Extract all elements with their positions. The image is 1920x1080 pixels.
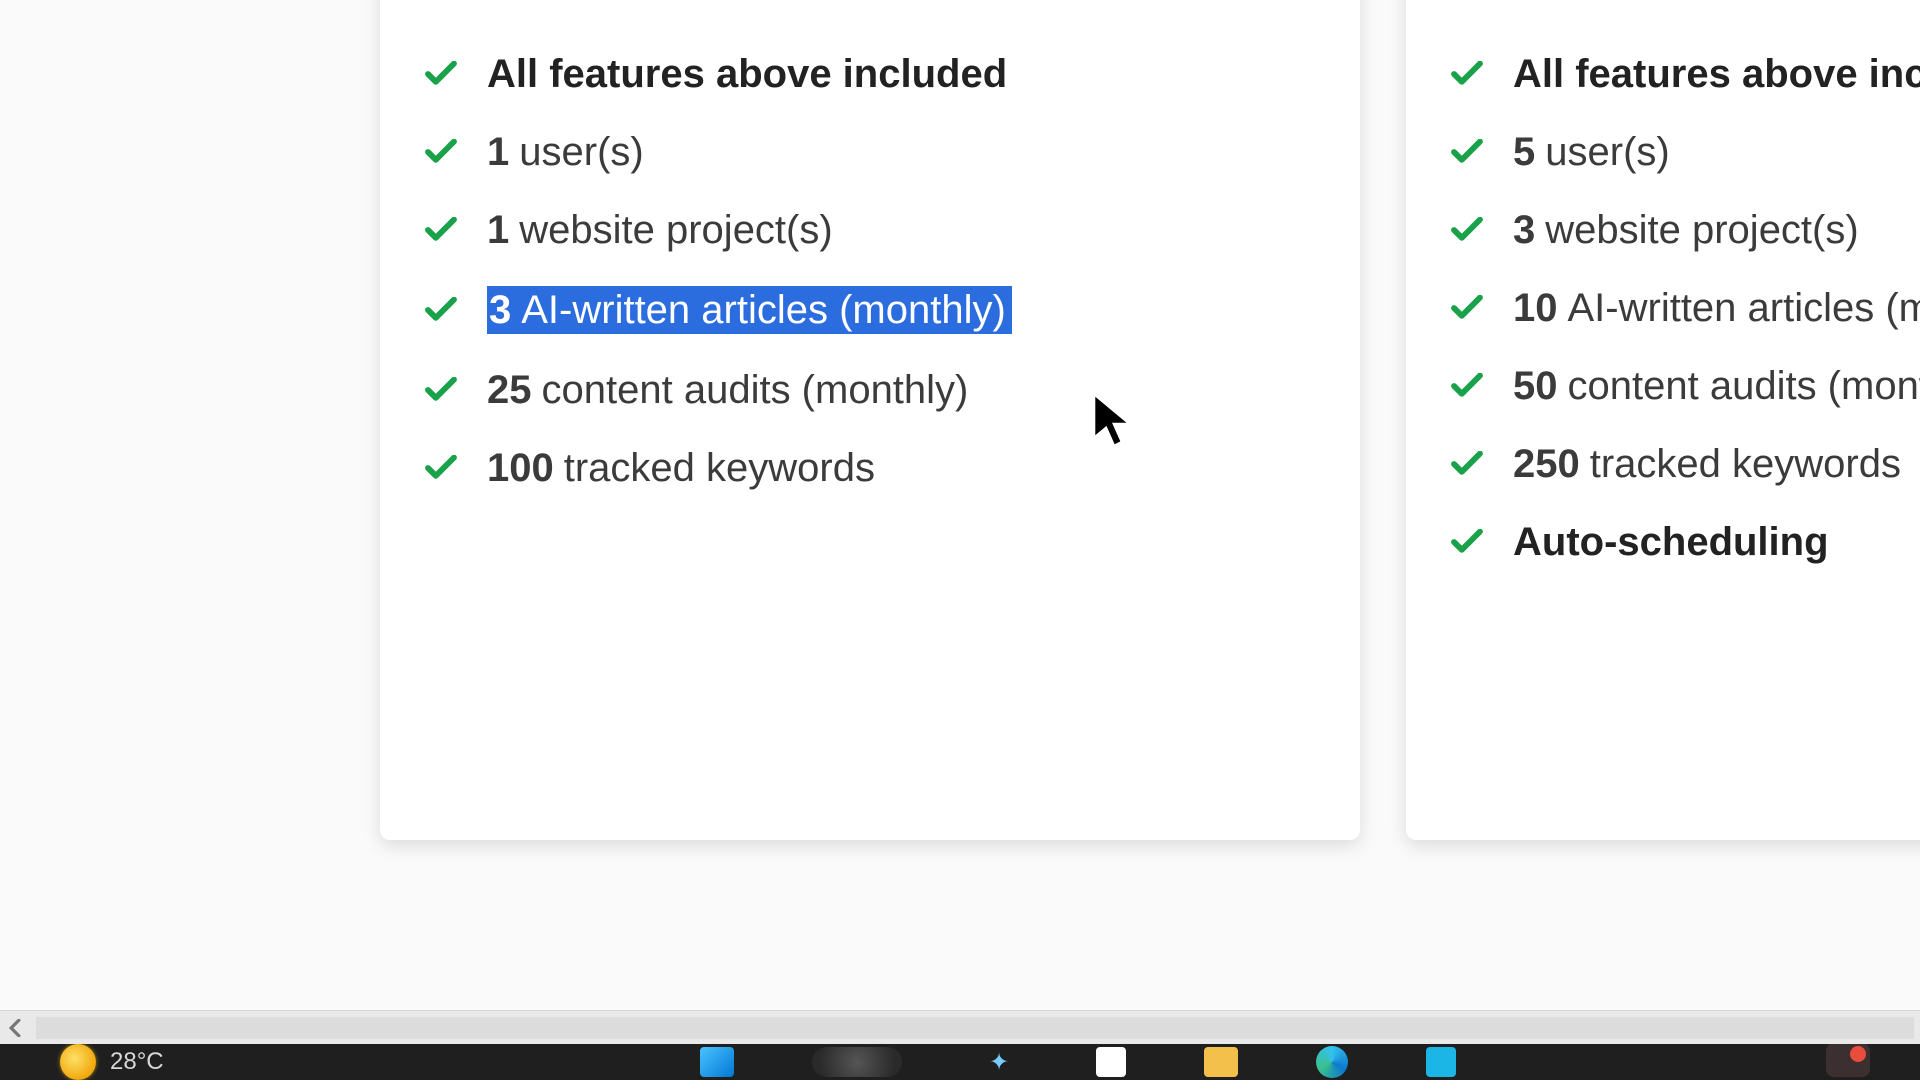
feature-item: 50 content audits (monthly)	[1451, 364, 1920, 408]
feature-text: All features above included	[487, 52, 1007, 96]
taskbar-tray[interactable]	[1826, 1044, 1870, 1077]
feature-number: 1	[487, 208, 509, 252]
copilot-icon[interactable]: ✦	[980, 1047, 1018, 1077]
feature-list: All features above included 1 user(s) 1 …	[425, 52, 1315, 490]
feature-item: 1 user(s)	[425, 130, 1315, 174]
feature-number: 1	[487, 130, 509, 174]
taskbar-search[interactable]	[812, 1047, 902, 1077]
check-icon	[1451, 364, 1483, 408]
feature-text: content audits (monthly)	[542, 368, 969, 412]
file-explorer-icon[interactable]	[1204, 1047, 1238, 1077]
windows-taskbar[interactable]: 28°C ✦	[0, 1044, 1920, 1080]
feature-text: tracked keywords	[564, 446, 875, 490]
notepad-icon[interactable]	[1096, 1047, 1126, 1077]
feature-text: website project(s)	[1545, 208, 1858, 252]
feature-item: 10 AI-written articles (monthly)	[1451, 286, 1920, 330]
check-icon	[425, 368, 457, 412]
check-icon	[425, 130, 457, 174]
feature-number: 3	[1513, 208, 1535, 252]
app-icon[interactable]	[1426, 1047, 1456, 1077]
tray-notification-icon[interactable]	[1826, 1044, 1870, 1077]
feature-number: 25	[487, 368, 532, 412]
feature-text: user(s)	[1545, 130, 1669, 174]
feature-text: website project(s)	[519, 208, 832, 252]
check-icon	[425, 208, 457, 252]
check-icon	[1451, 52, 1483, 96]
feature-item: 25 content audits (monthly)	[425, 368, 1315, 412]
start-menu-icon[interactable]	[700, 1047, 734, 1077]
pricing-card-2: Buy now All features above included 5 us…	[1406, 0, 1920, 840]
weather-temp: 28°C	[110, 1048, 164, 1076]
pricing-card-1: Buy now All features above included 1 us…	[380, 0, 1360, 840]
viewport: Buy now All features above included 1 us…	[0, 0, 1920, 1080]
feature-number: 5	[1513, 130, 1535, 174]
taskbar-weather[interactable]: 28°C	[60, 1044, 164, 1080]
scrollbar-track[interactable]	[36, 1017, 1914, 1039]
feature-number: 250	[1513, 442, 1580, 486]
horizontal-scrollbar[interactable]	[0, 1010, 1920, 1044]
feature-item: Auto-scheduling	[1451, 520, 1920, 564]
feature-item: All features above included	[1451, 52, 1920, 96]
check-icon	[425, 446, 457, 490]
feature-number: 50	[1513, 364, 1558, 408]
feature-text: All features above included	[1513, 52, 1920, 96]
pricing-cards-row: Buy now All features above included 1 us…	[0, 0, 1920, 840]
feature-item-highlighted: 3 AI-written articles (monthly)	[425, 286, 1315, 334]
feature-list: All features above included 5 user(s) 3 …	[1451, 52, 1920, 564]
text-selection: 3 AI-written articles (monthly)	[487, 286, 1012, 334]
feature-item: 3 website project(s)	[1451, 208, 1920, 252]
feature-text: Auto-scheduling	[1513, 520, 1829, 564]
check-icon	[425, 52, 457, 96]
feature-text: content audits (monthly)	[1568, 364, 1920, 408]
taskbar-center-icons: ✦	[700, 1046, 1456, 1078]
check-icon	[1451, 442, 1483, 486]
check-icon	[1451, 130, 1483, 174]
check-icon	[1451, 208, 1483, 252]
feature-text: tracked keywords	[1590, 442, 1901, 486]
scroll-left-arrow-icon[interactable]	[0, 1011, 30, 1045]
feature-text: AI-written articles (monthly)	[1568, 286, 1920, 330]
feature-item: 250 tracked keywords	[1451, 442, 1920, 486]
feature-item: 5 user(s)	[1451, 130, 1920, 174]
feature-text: user(s)	[519, 130, 643, 174]
check-icon	[1451, 520, 1483, 564]
feature-number: 10	[1513, 286, 1558, 330]
feature-item: 1 website project(s)	[425, 208, 1315, 252]
feature-item: 100 tracked keywords	[425, 446, 1315, 490]
feature-number: 3	[489, 288, 511, 332]
feature-number: 100	[487, 446, 554, 490]
check-icon	[1451, 286, 1483, 330]
edge-browser-icon[interactable]	[1316, 1046, 1348, 1078]
check-icon	[425, 288, 457, 332]
feature-text: AI-written articles (monthly)	[521, 288, 1006, 332]
feature-item: All features above included	[425, 52, 1315, 96]
weather-sun-icon	[60, 1044, 96, 1080]
